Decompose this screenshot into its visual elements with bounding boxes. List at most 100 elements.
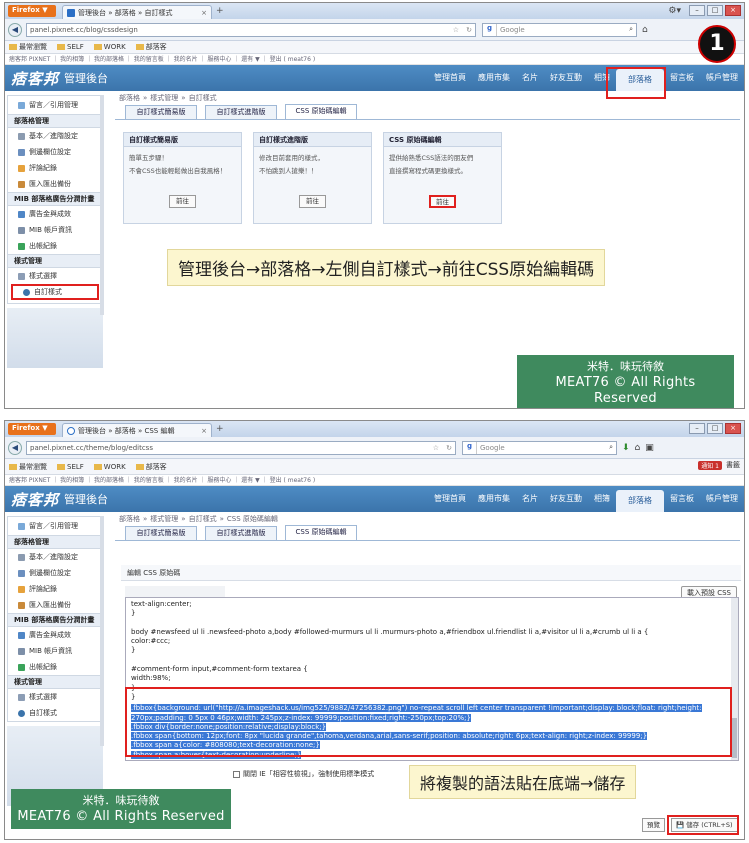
menu-card[interactable]: 名片 [516, 65, 544, 91]
crumb-blog[interactable]: 部落格 [119, 514, 140, 524]
sidebar-item-mib-account[interactable]: MIB 帳戶資訊 [8, 643, 102, 659]
crumb-custom[interactable]: 自訂樣式 [189, 514, 217, 524]
pixnet-logo[interactable]: 痞客邦 [11, 68, 59, 89]
ie-compat-checkbox[interactable]: 關閉 IE「相容性檢視」，強制使用標準模式 [233, 769, 374, 779]
crumb-style[interactable]: 樣式管理 [150, 514, 178, 524]
bookmark-self[interactable]: SELF [57, 43, 84, 51]
close-window-icon[interactable]: × [725, 5, 741, 16]
maximize-icon[interactable]: □ [707, 423, 723, 434]
url-bar[interactable]: panel.pixnet.cc/theme/blog/editcss ☆ ↻ [26, 440, 456, 455]
bookmarks-menu[interactable]: 書籤 [726, 460, 740, 470]
home-icon[interactable]: ⌂ [635, 443, 641, 453]
bookmark-blogger[interactable]: 部落客 [135, 462, 167, 472]
sidebar-item-ad-revenue[interactable]: 廣告金與成效 [8, 206, 102, 222]
pixnet-logo[interactable]: 痞客邦 [11, 489, 59, 510]
bookmark-most-visited[interactable]: 最常瀏覽 [9, 42, 47, 52]
reload-icon[interactable]: ↻ [446, 444, 452, 452]
minimize-icon[interactable]: – [689, 5, 705, 16]
firefox-menu-button[interactable]: Firefox ▼ [8, 423, 56, 435]
menu-home[interactable]: 管理首頁 [428, 65, 472, 91]
sidebar-item-payout[interactable]: 出帳紀錄 [8, 238, 102, 254]
menu-home[interactable]: 管理首頁 [428, 486, 472, 512]
sidebar-scrollbar[interactable] [100, 95, 104, 315]
menu-apps[interactable]: 應用市集 [472, 65, 516, 91]
back-arrow-icon[interactable]: ◀ [8, 22, 22, 37]
sidebar-item-settings[interactable]: 基本／進階設定 [8, 549, 102, 565]
back-arrow-icon[interactable]: ◀ [8, 440, 22, 455]
sidebar-item-mib-account[interactable]: MIB 帳戶資訊 [8, 222, 102, 238]
menu-friends[interactable]: 好友互動 [544, 65, 588, 91]
pixnet-top-links[interactable]: 痞客邦 PIXNET ｜ 我的相簿 ｜ 我的部落格 ｜ 我的留言板 ｜ 我的名片… [5, 54, 744, 65]
firefox-menu-button[interactable]: Firefox ▼ [8, 5, 56, 17]
sidebar-item-sidebar-config[interactable]: 側邊欄位設定 [8, 565, 102, 581]
search-icon[interactable]: ⌕ [609, 443, 613, 452]
reload-icon[interactable]: ↻ [466, 26, 472, 34]
bookmark-blogger[interactable]: 部落客 [135, 42, 167, 52]
star-icon[interactable]: ☆ [453, 26, 459, 34]
sidebar-item-messages[interactable]: 留言／引用管理 [8, 96, 102, 114]
pixnet-top-links[interactable]: 痞客邦 PIXNET ｜ 我的相簿 ｜ 我的部落格 ｜ 我的留言板 ｜ 我的名片… [5, 475, 744, 486]
tab-css-edit[interactable]: CSS 原始碼編輯 [285, 525, 357, 540]
go-button-simple[interactable]: 前往 [169, 195, 196, 208]
search-icon[interactable]: ⌕ [629, 25, 633, 34]
sidebar-item-backup[interactable]: 匯入匯出備份 [8, 597, 102, 613]
sidebar-item-style-select[interactable]: 樣式選擇 [8, 689, 102, 705]
close-window-icon[interactable]: × [725, 423, 741, 434]
bookmark-work[interactable]: WORK [93, 43, 126, 51]
addon-icon[interactable]: ⚙▾ [668, 6, 681, 16]
tab-simple[interactable]: 自訂樣式簡易版 [125, 105, 197, 119]
sidebar-item-custom-style[interactable]: 自訂樣式 [8, 705, 102, 721]
go-button-advanced[interactable]: 前往 [299, 195, 326, 208]
sidebar-item-backup[interactable]: 匯入匯出備份 [8, 176, 102, 192]
close-tab-icon[interactable]: × [201, 9, 207, 17]
sidebar-item-ad-revenue[interactable]: 廣告金與成效 [8, 627, 102, 643]
tab-advanced[interactable]: 自訂樣式進階版 [205, 105, 277, 119]
sidebar-item-payout[interactable]: 出帳紀錄 [8, 659, 102, 675]
checkbox-box[interactable] [233, 770, 240, 778]
home-icon[interactable]: ⌂ [642, 25, 648, 35]
sidebar-scrollbar[interactable] [100, 516, 104, 746]
sidebar-item-messages[interactable]: 留言／引用管理 [8, 517, 102, 535]
sidebar-item-style-select[interactable]: 樣式選擇 [8, 268, 102, 284]
browser-tab[interactable]: 管理後台 » 部落格 » CSS 編輯 × [62, 423, 212, 437]
new-tab-icon[interactable]: + [216, 6, 224, 16]
maximize-icon[interactable]: □ [707, 5, 723, 16]
minimize-icon[interactable]: – [689, 423, 705, 434]
go-button-css[interactable]: 前往 [429, 195, 456, 208]
crumb-blog[interactable]: 部落格 [119, 93, 140, 103]
menu-card[interactable]: 名片 [516, 486, 544, 512]
close-tab-icon[interactable]: × [201, 427, 207, 435]
url-bar[interactable]: panel.pixnet.cc/blog/cssdesign ☆ ↻ [26, 22, 476, 37]
download-icon[interactable]: ⬇ [622, 443, 630, 453]
browser-tab[interactable]: 管理後台 » 部落格 » 自訂樣式 × [62, 5, 212, 19]
editor-scrollbar[interactable] [731, 598, 738, 760]
sidebar-item-reviews[interactable]: 評論紀錄 [8, 581, 102, 597]
sidebar-item-reviews[interactable]: 評論紀錄 [8, 160, 102, 176]
new-tab-icon[interactable]: + [216, 424, 224, 434]
menu-account[interactable]: 帳戶管理 [700, 65, 744, 91]
bookmark-work[interactable]: WORK [93, 463, 126, 471]
search-box[interactable]: g Google ⌕ [462, 440, 617, 455]
star-icon[interactable]: ☆ [433, 444, 439, 452]
sidebar-item-sidebar-config[interactable]: 側邊欄位設定 [8, 144, 102, 160]
search-box[interactable]: g Google ⌕ [482, 22, 637, 37]
menu-friends[interactable]: 好友互動 [544, 486, 588, 512]
menu-album[interactable]: 相簿 [588, 486, 616, 512]
menu-account[interactable]: 帳戶管理 [700, 486, 744, 512]
menu-guestbook[interactable]: 留言板 [664, 65, 700, 91]
sidebar-item-settings[interactable]: 基本／進階設定 [8, 128, 102, 144]
sidebar-item-custom-style[interactable]: 自訂樣式 [11, 284, 99, 300]
preview-button[interactable]: 預覽 [642, 818, 665, 832]
tab-simple[interactable]: 自訂樣式簡易版 [125, 526, 197, 540]
bookmark-most-visited[interactable]: 最常瀏覽 [9, 462, 47, 472]
scroll-thumb[interactable] [732, 718, 737, 758]
menu-blog[interactable]: 部落格 [616, 490, 664, 512]
bookmark-self[interactable]: SELF [57, 463, 84, 471]
menu-guestbook[interactable]: 留言板 [664, 486, 700, 512]
addon-icon[interactable]: ▣ [645, 443, 654, 453]
crumb-style[interactable]: 樣式管理 [150, 93, 178, 103]
tab-css-edit[interactable]: CSS 原始碼編輯 [285, 104, 357, 119]
notification-badge[interactable]: 通知 1 [698, 460, 722, 470]
tab-advanced[interactable]: 自訂樣式進階版 [205, 526, 277, 540]
menu-apps[interactable]: 應用市集 [472, 486, 516, 512]
